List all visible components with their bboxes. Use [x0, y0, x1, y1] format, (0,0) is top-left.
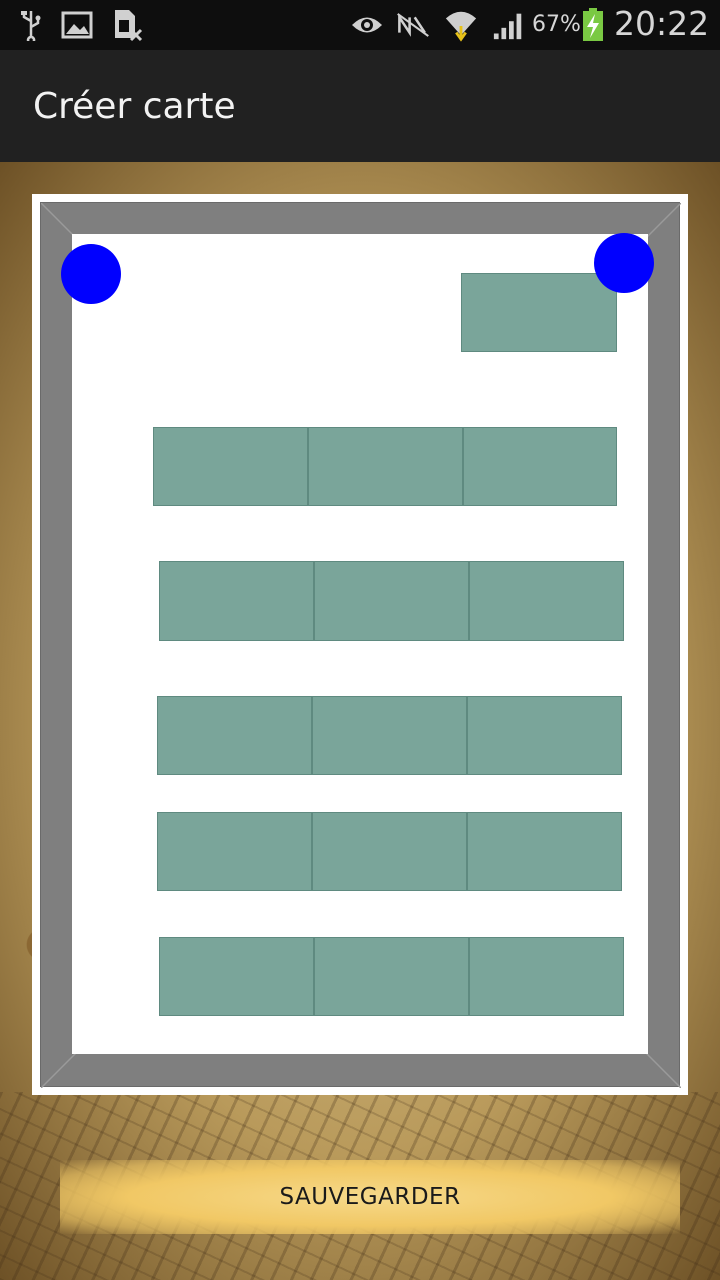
clock: 20:22 — [614, 4, 710, 43]
save-button-label: SAUVEGARDER — [279, 1184, 461, 1210]
page-title: Créer carte — [33, 86, 236, 127]
map-floor-area[interactable] — [72, 234, 648, 1054]
map-block[interactable] — [314, 561, 469, 641]
map-block[interactable] — [461, 273, 617, 352]
battery-charging-icon — [580, 8, 606, 42]
image-icon — [60, 8, 94, 42]
action-bar: Créer carte — [0, 50, 720, 162]
save-button[interactable]: SAUVEGARDER — [60, 1160, 680, 1234]
map-block[interactable] — [463, 427, 617, 506]
map-block[interactable] — [308, 427, 463, 506]
map-block[interactable] — [312, 696, 467, 775]
sim-card-blocked-icon — [110, 8, 144, 42]
signal-icon — [492, 8, 526, 42]
map-block[interactable] — [159, 937, 314, 1016]
map-block[interactable] — [159, 561, 314, 641]
map-node-marker[interactable] — [594, 233, 654, 293]
nfc-muted-icon — [396, 8, 430, 42]
map-block[interactable] — [469, 937, 624, 1016]
wifi-icon — [444, 8, 478, 42]
map-editor-canvas[interactable] — [32, 194, 688, 1095]
battery-percentage: 67% — [532, 12, 581, 37]
usb-icon — [14, 8, 48, 42]
eye-icon — [350, 8, 384, 42]
map-block[interactable] — [314, 937, 469, 1016]
map-node-marker[interactable] — [61, 244, 121, 304]
status-bar: 67% 20:22 — [0, 0, 720, 50]
map-block[interactable] — [467, 812, 622, 891]
map-block[interactable] — [157, 812, 312, 891]
map-block[interactable] — [153, 427, 308, 506]
map-block[interactable] — [157, 696, 312, 775]
map-block[interactable] — [312, 812, 467, 891]
map-block[interactable] — [467, 696, 622, 775]
map-block[interactable] — [469, 561, 624, 641]
